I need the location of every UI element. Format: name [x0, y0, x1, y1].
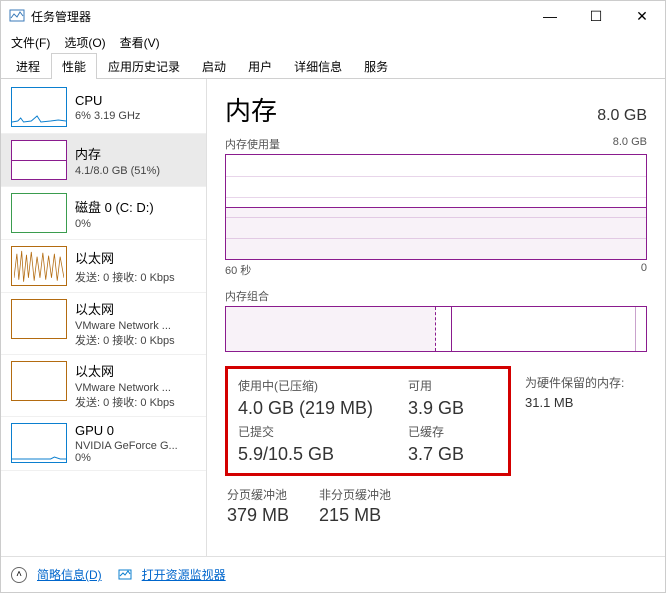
- sidebar-item-eth1[interactable]: 以太网 VMware Network ... 发送: 0 接收: 0 Kbps: [1, 293, 206, 355]
- main-panel: 内存 8.0 GB 内存使用量 8.0 GB 60 秒 0: [207, 79, 665, 556]
- reserved-label: 为硬件保留的内存:: [525, 374, 624, 391]
- sidebar-item-memory[interactable]: 内存 4.1/8.0 GB (51%): [1, 134, 206, 187]
- gpu-sub2: 0%: [75, 452, 178, 464]
- task-manager-window: 任务管理器 — ☐ ✕ 文件(F) 选项(O) 查看(V) 进程 性能 应用历史…: [0, 0, 666, 593]
- eth2-title: 以太网: [75, 361, 175, 380]
- avail-value: 3.9 GB: [408, 398, 498, 419]
- reserved-value: 31.1 MB: [525, 395, 624, 410]
- sidebar-item-eth2[interactable]: 以太网 VMware Network ... 发送: 0 接收: 0 Kbps: [1, 355, 206, 417]
- memory-thumb: [11, 140, 67, 180]
- minimize-button[interactable]: —: [527, 1, 573, 31]
- chevron-up-icon[interactable]: ˄: [11, 567, 27, 583]
- sidebar-item-cpu[interactable]: CPU 6% 3.19 GHz: [1, 81, 206, 134]
- tab-history[interactable]: 应用历史记录: [97, 53, 191, 79]
- cpu-thumb: [11, 87, 67, 127]
- comp-free: [636, 307, 646, 351]
- commit-value: 5.9/10.5 GB: [238, 444, 398, 465]
- cached-label: 已缓存: [408, 423, 498, 440]
- disk-thumb: [11, 193, 67, 233]
- menu-view[interactable]: 查看(V): [114, 32, 166, 53]
- composition-label: 内存组合: [225, 288, 647, 304]
- memory-total: 8.0 GB: [597, 107, 647, 125]
- in-use-value: 4.0 GB (219 MB): [238, 398, 398, 419]
- axis-left: 60 秒: [225, 262, 251, 278]
- sidebar-item-gpu[interactable]: GPU 0 NVIDIA GeForce G... 0%: [1, 417, 206, 471]
- footer: ˄ 简略信息(D) 打开资源监视器: [1, 556, 665, 592]
- tab-users[interactable]: 用户: [237, 53, 283, 79]
- window-buttons: — ☐ ✕: [527, 1, 665, 31]
- comp-standby: [452, 307, 635, 351]
- gpu-thumb: [11, 423, 67, 463]
- sidebar-item-disk[interactable]: 磁盘 0 (C: D:) 0%: [1, 187, 206, 240]
- axis-right: 0: [641, 262, 647, 278]
- cpu-title: CPU: [75, 93, 140, 108]
- menu-options[interactable]: 选项(O): [58, 32, 111, 53]
- sidebar[interactable]: CPU 6% 3.19 GHz 内存 4.1/8.0 GB (51%) 磁盘 0…: [1, 79, 207, 556]
- cpu-sub: 6% 3.19 GHz: [75, 110, 140, 122]
- paged-label: 分页缓冲池: [227, 486, 289, 503]
- stats-highlight-box: 使用中(已压缩) 可用 4.0 GB (219 MB) 3.9 GB 已提交 已…: [225, 366, 511, 476]
- eth0-thumb: [11, 246, 67, 286]
- memory-composition-chart[interactable]: [225, 306, 647, 352]
- usage-chart-label: 内存使用量: [225, 136, 280, 152]
- memory-usage-chart[interactable]: [225, 154, 647, 260]
- eth1-thumb: [11, 299, 67, 339]
- task-manager-icon: [9, 8, 25, 24]
- disk-sub: 0%: [75, 218, 154, 230]
- tab-startup[interactable]: 启动: [191, 53, 237, 79]
- fewer-details-link[interactable]: 简略信息(D): [37, 566, 102, 583]
- tab-processes[interactable]: 进程: [5, 53, 51, 79]
- page-title: 内存: [225, 91, 277, 128]
- tab-details[interactable]: 详细信息: [283, 53, 353, 79]
- open-resource-monitor-link[interactable]: 打开资源监视器: [142, 566, 226, 583]
- window-title: 任务管理器: [31, 8, 527, 25]
- monitor-icon: [118, 568, 132, 582]
- eth0-title: 以太网: [75, 248, 175, 267]
- eth2-sub1: VMware Network ...: [75, 382, 175, 394]
- comp-in-use: [226, 307, 436, 351]
- memory-sub: 4.1/8.0 GB (51%): [75, 165, 160, 177]
- nonpaged-label: 非分页缓冲池: [319, 486, 391, 503]
- maximize-button[interactable]: ☐: [573, 1, 619, 31]
- eth1-sub2: 发送: 0 接收: 0 Kbps: [75, 332, 175, 348]
- cached-value: 3.7 GB: [408, 444, 498, 465]
- disk-title: 磁盘 0 (C: D:): [75, 197, 154, 216]
- eth0-sub: 发送: 0 接收: 0 Kbps: [75, 269, 175, 285]
- tab-services[interactable]: 服务: [353, 53, 399, 79]
- eth1-title: 以太网: [75, 299, 175, 318]
- memory-title: 内存: [75, 144, 160, 163]
- eth2-sub2: 发送: 0 接收: 0 Kbps: [75, 394, 175, 410]
- titlebar[interactable]: 任务管理器 — ☐ ✕: [1, 1, 665, 31]
- avail-label: 可用: [408, 377, 498, 394]
- content: CPU 6% 3.19 GHz 内存 4.1/8.0 GB (51%) 磁盘 0…: [1, 79, 665, 556]
- menubar: 文件(F) 选项(O) 查看(V): [1, 31, 665, 53]
- close-button[interactable]: ✕: [619, 1, 665, 31]
- eth2-thumb: [11, 361, 67, 401]
- usage-chart-max: 8.0 GB: [613, 136, 647, 152]
- menu-file[interactable]: 文件(F): [5, 32, 56, 53]
- eth1-sub1: VMware Network ...: [75, 320, 175, 332]
- tab-performance[interactable]: 性能: [51, 53, 97, 79]
- paged-value: 379 MB: [227, 505, 289, 526]
- comp-modified: [436, 307, 453, 351]
- gpu-title: GPU 0: [75, 423, 178, 438]
- commit-label: 已提交: [238, 423, 398, 440]
- gpu-sub1: NVIDIA GeForce G...: [75, 440, 178, 452]
- sidebar-item-eth0[interactable]: 以太网 发送: 0 接收: 0 Kbps: [1, 240, 206, 293]
- in-use-label: 使用中(已压缩): [238, 377, 398, 394]
- nonpaged-value: 215 MB: [319, 505, 391, 526]
- tab-bar: 进程 性能 应用历史记录 启动 用户 详细信息 服务: [1, 53, 665, 79]
- hardware-reserved: 为硬件保留的内存: 31.1 MB: [525, 366, 624, 410]
